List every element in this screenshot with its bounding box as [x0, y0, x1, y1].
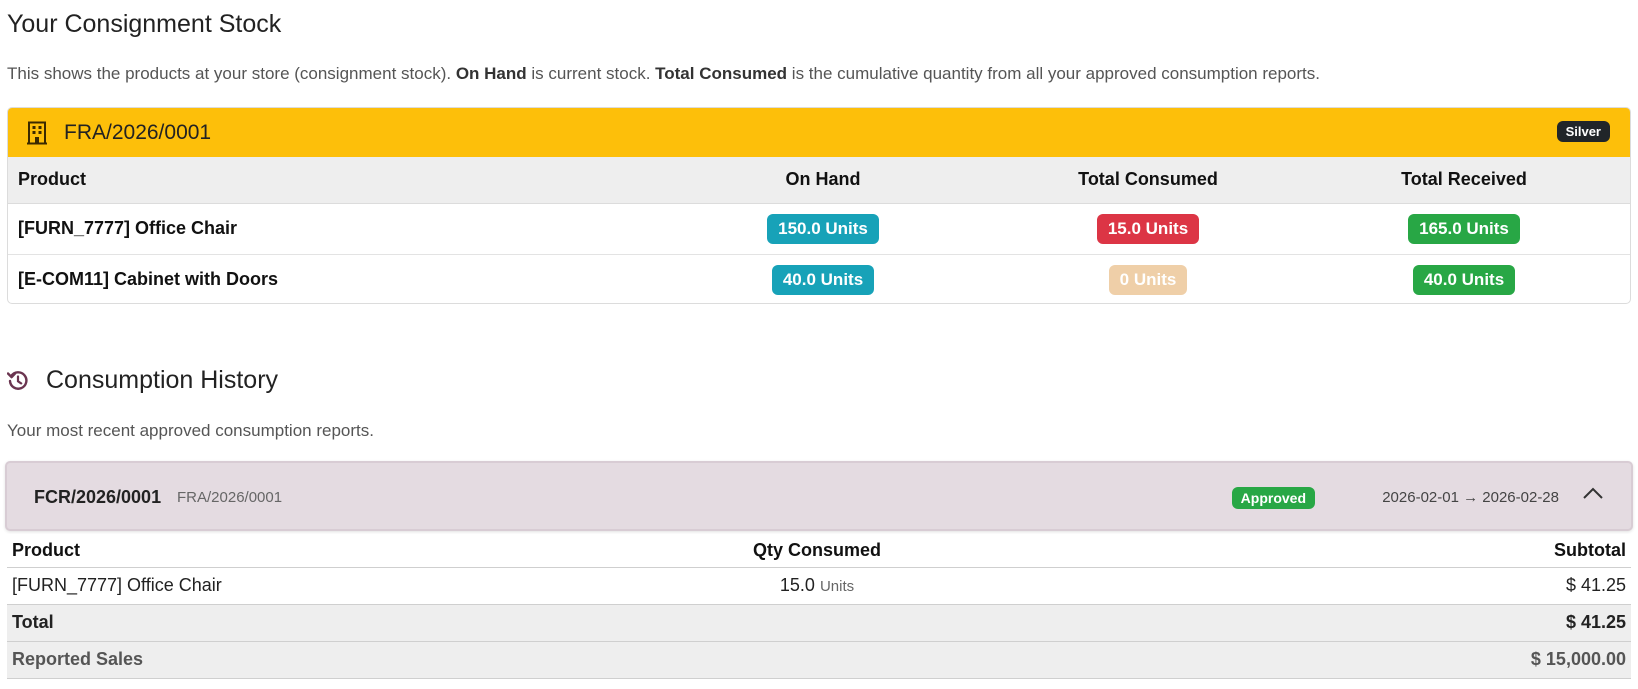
column-header-total-received: Total Received	[1298, 157, 1630, 204]
line-subtotal: $ 41.25	[1027, 567, 1631, 605]
reported-sales-label: Reported Sales	[7, 641, 607, 679]
reported-sales-value: $ 15,000.00	[1027, 641, 1631, 679]
on-hand-badge: 40.0 Units	[771, 264, 875, 295]
consignment-stock-intro: This shows the products at your store (c…	[7, 64, 1320, 84]
line-product: [FURN_7777] Office Chair	[7, 567, 607, 605]
consignment-stock-title: Your Consignment Stock	[7, 10, 282, 38]
consumption-history-heading: Consumption History	[7, 366, 278, 395]
report-lines-table: Product Qty Consumed Subtotal [FURN_7777…	[7, 534, 1631, 679]
column-header-on-hand: On Hand	[648, 157, 998, 204]
product-name: [FURN_7777] Office Chair	[8, 203, 648, 255]
on-hand-badge: 150.0 Units	[767, 213, 879, 244]
table-row: [FURN_7777] Office Chair 15.0 Units $ 41…	[7, 567, 1631, 605]
report-period: 2026-02-01 → 2026-02-28	[1382, 489, 1559, 506]
report-agreement-reference: FRA/2026/0001	[177, 489, 283, 506]
total-value: $ 41.25	[1027, 604, 1631, 642]
table-row: [FURN_7777] Office Chair 150.0 Units 15.…	[8, 203, 1630, 255]
stock-table: Product On Hand Total Consumed Total Rec…	[8, 157, 1630, 303]
chevron-up-icon[interactable]	[1582, 486, 1604, 500]
received-badge: 165.0 Units	[1408, 213, 1520, 244]
table-row: [E-COM11] Cabinet with Doors 40.0 Units …	[8, 254, 1630, 303]
stock-card-header: FRA/2026/0001 Silver	[8, 108, 1630, 157]
consignment-stock-card: FRA/2026/0001 Silver Product On Hand Tot…	[7, 107, 1631, 304]
total-row: Total $ 41.25	[7, 604, 1631, 642]
report-header[interactable]: FCR/2026/0001 FRA/2026/0001 Approved 202…	[5, 461, 1633, 531]
consumed-badge: 15.0 Units	[1096, 213, 1200, 244]
reported-sales-row: Reported Sales $ 15,000.00	[7, 641, 1631, 679]
line-qty: 15.0 Units	[607, 567, 1027, 605]
intro-total-consumed: Total Consumed	[655, 64, 788, 83]
table-header-row: Product Qty Consumed Subtotal	[7, 534, 1631, 568]
column-header-qty-consumed: Qty Consumed	[607, 534, 1027, 568]
intro-on-hand: On Hand	[455, 64, 527, 83]
history-icon	[7, 370, 28, 390]
agreement-reference: FRA/2026/0001	[64, 120, 212, 144]
column-header-subtotal: Subtotal	[1027, 534, 1631, 568]
consumption-history-title: Consumption History	[46, 366, 279, 394]
line-qty-value: 15.0	[779, 575, 815, 595]
column-header-product: Product	[7, 534, 607, 568]
product-name: [E-COM11] Cabinet with Doors	[18, 269, 279, 290]
consumption-history-subtitle: Your most recent approved consumption re…	[7, 421, 374, 440]
report-number: FCR/2026/0001	[34, 487, 162, 507]
received-badge: 40.0 Units	[1412, 264, 1516, 295]
building-icon	[27, 121, 47, 144]
intro-text: This shows the products at your store (c…	[7, 64, 456, 83]
table-header-row: Product On Hand Total Consumed Total Rec…	[8, 157, 1630, 204]
tier-badge: Silver	[1556, 121, 1610, 142]
column-header-total-consumed: Total Consumed	[998, 157, 1298, 204]
total-label: Total	[7, 604, 607, 642]
consumed-badge: 0 Units	[1108, 264, 1188, 295]
status-badge: Approved	[1231, 487, 1315, 509]
intro-text: is the cumulative quantity from all your…	[787, 64, 1320, 83]
intro-text: is current stock.	[526, 64, 656, 83]
line-qty-uom: Units	[819, 578, 855, 595]
column-header-product: Product	[8, 157, 648, 204]
